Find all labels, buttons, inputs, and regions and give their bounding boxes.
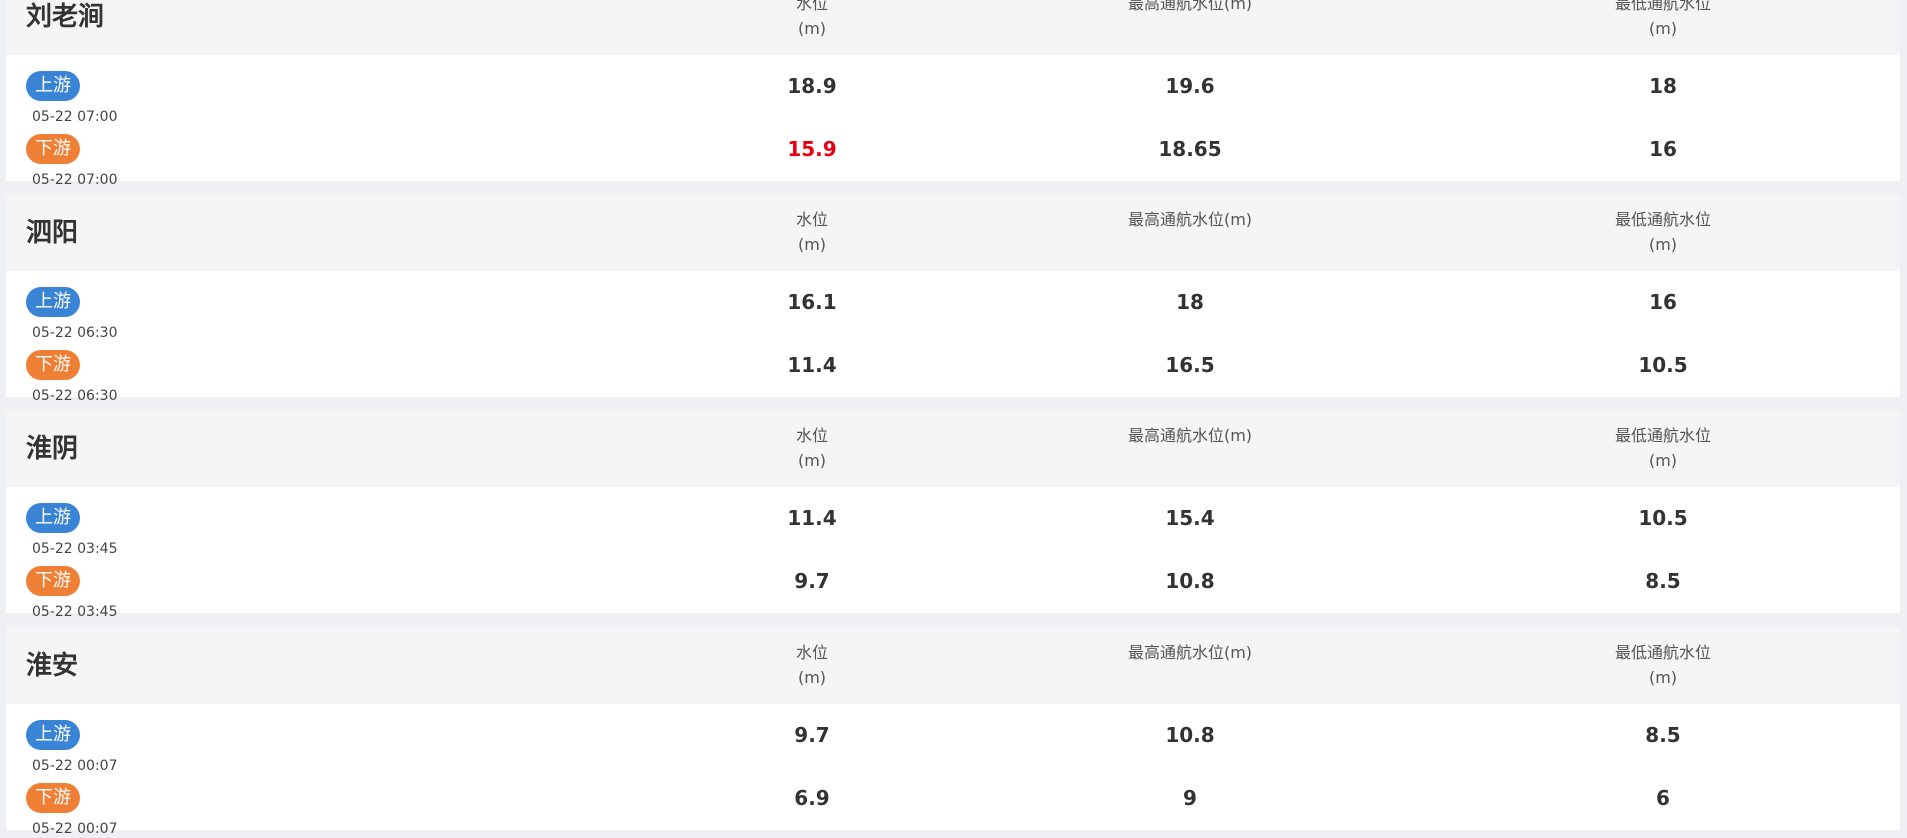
column-header-max: 最高通航水位(m): [1080, 0, 1300, 16]
column-header-text: (m): [797, 668, 827, 687]
column-header-text: 水位: [795, 426, 828, 445]
column-header-text: (m): [797, 451, 827, 470]
station-name: 刘老涧: [26, 2, 105, 32]
reading-time: 05-22 06:30: [32, 388, 118, 404]
reading-row-downstream: 下游 05-22 06:30 11.4 16.5 10.5: [6, 350, 1900, 413]
water-level-value: 16.1: [787, 290, 837, 314]
reading-row-downstream: 下游 05-22 07:00 15.9 18.65 16: [6, 134, 1900, 197]
column-header-min: 最低通航水位 (m): [1553, 423, 1773, 473]
upstream-badge: 上游: [26, 720, 80, 750]
water-level-value: 11.4: [787, 506, 837, 530]
reading-time: 05-22 07:00: [32, 109, 118, 125]
column-header-text: 最低通航水位: [1614, 643, 1711, 662]
min-navigable-level-value: 8.5: [1645, 723, 1681, 747]
column-header-min: 最低通航水位 (m): [1553, 640, 1773, 690]
min-navigable-level-value: 18: [1649, 74, 1677, 98]
water-level-value: 9.7: [794, 723, 830, 747]
column-header-text: 最低通航水位: [1614, 210, 1711, 229]
max-navigable-level-value: 10.8: [1165, 723, 1215, 747]
downstream-badge: 下游: [26, 566, 80, 596]
station-card: 刘老涧 水位 (m) 最高通航水位(m) 最低通航水位 (m) 上游 05-22 07:00 1…: [6, 0, 1900, 188]
max-navigable-level-value: 16.5: [1165, 353, 1215, 377]
min-navigable-level-value: 16: [1649, 137, 1677, 161]
max-navigable-level-value: 9: [1183, 786, 1197, 810]
column-header-level: 水位 (m): [702, 640, 922, 690]
reading-time: 05-22 07:00: [32, 172, 118, 188]
column-header-max: 最高通航水位(m): [1080, 423, 1300, 448]
station-header: 淮安 水位 (m) 最高通航水位(m) 最低通航水位 (m): [6, 627, 1900, 704]
station-header: 淮阴 水位 (m) 最高通航水位(m) 最低通航水位 (m): [6, 410, 1900, 487]
column-header-text: 最低通航水位: [1614, 0, 1711, 13]
reading-time: 05-22 06:30: [32, 325, 118, 341]
min-navigable-level-value: 10.5: [1638, 506, 1688, 530]
water-level-value: 18.9: [787, 74, 837, 98]
station-list: 刘老涧 水位 (m) 最高通航水位(m) 最低通航水位 (m) 上游 05-22 07:00 1…: [0, 0, 1907, 838]
reading-time: 05-22 00:07: [32, 758, 118, 774]
min-navigable-level-value: 16: [1649, 290, 1677, 314]
reading-time: 05-22 03:45: [32, 604, 118, 620]
reading-row-upstream: 上游 05-22 07:00 18.9 19.6 18: [6, 71, 1900, 134]
column-header-max: 最高通航水位(m): [1080, 640, 1300, 665]
station-card: 泗阳 水位 (m) 最高通航水位(m) 最低通航水位 (m) 上游 05-22 06:30 16…: [6, 194, 1900, 404]
reading-row-upstream: 上游 05-22 06:30 16.1 18 16: [6, 287, 1900, 350]
column-header-text: 最高通航水位(m): [1127, 426, 1253, 445]
column-header-text: (m): [797, 235, 827, 254]
column-header-level: 水位 (m): [702, 207, 922, 257]
min-navigable-level-value: 8.5: [1645, 569, 1681, 593]
min-navigable-level-value: 10.5: [1638, 353, 1688, 377]
column-header-text: (m): [797, 19, 827, 38]
column-header-level: 水位 (m): [702, 0, 922, 41]
reading-row-upstream: 上游 05-22 03:45 11.4 15.4 10.5: [6, 503, 1900, 566]
station-card: 淮安 水位 (m) 最高通航水位(m) 最低通航水位 (m) 上游 05-22 00:07 9.…: [6, 627, 1900, 837]
column-header-text: 水位: [795, 0, 828, 13]
max-navigable-level-value: 18: [1176, 290, 1204, 314]
water-level-value: 9.7: [794, 569, 830, 593]
column-header-text: 水位: [795, 210, 828, 229]
column-header-min: 最低通航水位 (m): [1553, 0, 1773, 41]
water-level-value: 15.9: [787, 137, 837, 161]
column-header-text: 最高通航水位(m): [1127, 210, 1253, 229]
max-navigable-level-value: 15.4: [1165, 506, 1215, 530]
max-navigable-level-value: 19.6: [1165, 74, 1215, 98]
station-card: 淮阴 水位 (m) 最高通航水位(m) 最低通航水位 (m) 上游 05-22 03:45 11…: [6, 410, 1900, 620]
upstream-badge: 上游: [26, 71, 80, 101]
max-navigable-level-value: 18.65: [1158, 137, 1222, 161]
water-level-value: 11.4: [787, 353, 837, 377]
reading-row-upstream: 上游 05-22 00:07 9.7 10.8 8.5: [6, 720, 1900, 783]
column-header-level: 水位 (m): [702, 423, 922, 473]
column-header-text: 水位: [795, 643, 828, 662]
station-name: 泗阳: [26, 218, 79, 248]
column-header-text: 最高通航水位(m): [1127, 0, 1253, 13]
column-header-text: (m): [1648, 668, 1678, 687]
column-header-text: (m): [1648, 235, 1678, 254]
upstream-badge: 上游: [26, 287, 80, 317]
station-header: 刘老涧 水位 (m) 最高通航水位(m) 最低通航水位 (m): [6, 0, 1900, 55]
max-navigable-level-value: 10.8: [1165, 569, 1215, 593]
reading-row-downstream: 下游 05-22 03:45 9.7 10.8 8.5: [6, 566, 1900, 629]
column-header-text: 最低通航水位: [1614, 426, 1711, 445]
column-header-max: 最高通航水位(m): [1080, 207, 1300, 232]
reading-time: 05-22 03:45: [32, 541, 118, 557]
column-header-text: (m): [1648, 451, 1678, 470]
min-navigable-level-value: 6: [1656, 786, 1670, 810]
station-name: 淮安: [26, 651, 79, 681]
upstream-badge: 上游: [26, 503, 80, 533]
station-header: 泗阳 水位 (m) 最高通航水位(m) 最低通航水位 (m): [6, 194, 1900, 271]
column-header-text: (m): [1648, 19, 1678, 38]
reading-time: 05-22 00:07: [32, 821, 118, 837]
column-header-text: 最高通航水位(m): [1127, 643, 1253, 662]
station-name: 淮阴: [26, 434, 79, 464]
downstream-badge: 下游: [26, 350, 80, 380]
column-header-min: 最低通航水位 (m): [1553, 207, 1773, 257]
water-level-value: 6.9: [794, 786, 830, 810]
downstream-badge: 下游: [26, 134, 80, 164]
reading-row-downstream: 下游 05-22 00:07 6.9 9 6: [6, 783, 1900, 838]
downstream-badge: 下游: [26, 783, 80, 813]
